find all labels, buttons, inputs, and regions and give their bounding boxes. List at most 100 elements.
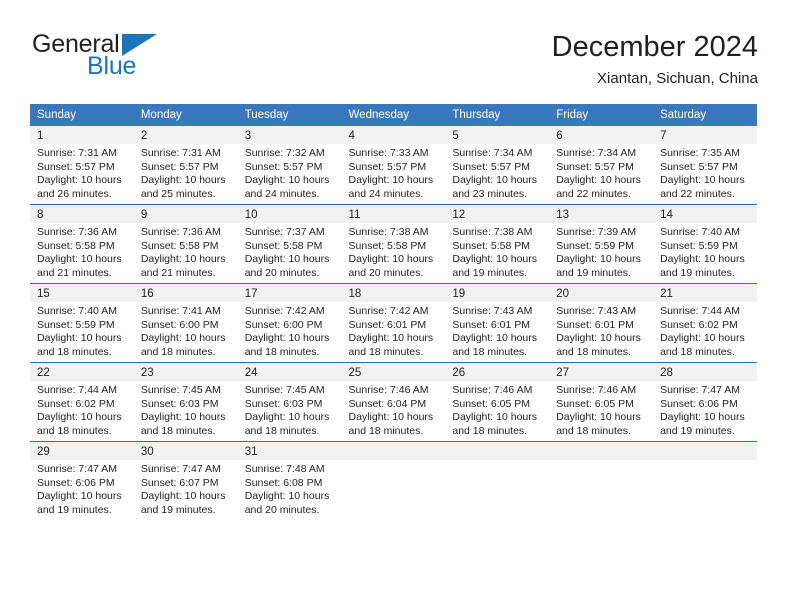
daylight-text-line1: Daylight: 10 hours <box>244 174 330 187</box>
day-cell-inner: 31 Sunrise: 7:48 AM Sunset: 6:08 PM Dayligh… <box>237 442 342 520</box>
calendar-day-cell[interactable]: 5 Sunrise: 7:34 AM Sunset: 5:57 PM Daylight… <box>445 126 550 205</box>
day-cell-inner: 21 Sunrise: 7:44 AM Sunset: 6:02 PM Dayligh… <box>653 284 757 362</box>
calendar-day-cell[interactable]: 28 Sunrise: 7:47 AM Sunset: 6:06 PM Dayligh… <box>653 362 757 442</box>
daylight-text-line2: and 19 minutes. <box>140 503 216 516</box>
day-number: 6 <box>556 130 563 142</box>
day-number-band: 28 <box>653 363 757 381</box>
general-blue-logo[interactable]: General Blue <box>30 32 210 88</box>
sunrise-text: Sunrise: 7:43 AM <box>452 305 533 317</box>
sunset-text: Sunset: 6:04 PM <box>348 397 427 410</box>
day-number-band: 16 <box>133 284 238 302</box>
sunrise-text: Sunrise: 7:47 AM <box>140 463 221 475</box>
daylight-text-line1: Daylight: 10 hours <box>37 253 122 266</box>
day-cell-inner <box>341 442 446 520</box>
day-number-band: 9 <box>133 205 238 223</box>
sunset-text: Sunset: 6:07 PM <box>140 476 219 489</box>
calendar-day-cell[interactable]: 3 Sunrise: 7:32 AM Sunset: 5:57 PM Daylight… <box>237 126 342 205</box>
calendar-cell-empty <box>445 441 550 520</box>
calendar-day-cell[interactable]: 30 Sunrise: 7:47 AM Sunset: 6:07 PM Dayligh… <box>133 441 238 520</box>
calendar-day-cell[interactable]: 16 Sunrise: 7:41 AM Sunset: 6:00 PM Dayligh… <box>133 283 238 363</box>
sunrise-text: Sunrise: 7:32 AM <box>244 147 325 159</box>
calendar-body: 1 Sunrise: 7:31 AM Sunset: 5:57 PM Daylight… <box>30 126 757 520</box>
sunset-text: Sunset: 5:57 PM <box>37 160 115 173</box>
calendar-day-cell[interactable]: 31 Sunrise: 7:48 AM Sunset: 6:08 PM Dayligh… <box>237 441 342 520</box>
calendar-day-cell[interactable]: 24 Sunrise: 7:45 AM Sunset: 6:03 PM Dayligh… <box>237 362 342 442</box>
day-number: 1 <box>37 130 44 142</box>
daylight-text-line1: Daylight: 10 hours <box>660 174 745 187</box>
daylight-text-line2: and 20 minutes. <box>348 266 424 279</box>
day-number-band: 23 <box>133 363 238 381</box>
daylight-text-line1: Daylight: 10 hours <box>244 490 330 503</box>
daylight-text-line2: and 18 minutes. <box>37 345 112 358</box>
sunrise-text: Sunrise: 7:40 AM <box>660 226 741 238</box>
sunrise-text: Sunrise: 7:34 AM <box>556 147 637 159</box>
calendar-day-cell[interactable]: 6 Sunrise: 7:34 AM Sunset: 5:57 PM Daylight… <box>549 126 654 205</box>
day-number-band: 21 <box>653 284 757 302</box>
calendar-day-cell[interactable]: 11 Sunrise: 7:38 AM Sunset: 5:58 PM Dayligh… <box>341 204 446 284</box>
calendar-day-cell[interactable]: 14 Sunrise: 7:40 AM Sunset: 5:59 PM Dayligh… <box>653 204 757 284</box>
calendar-day-cell[interactable]: 12 Sunrise: 7:38 AM Sunset: 5:58 PM Dayligh… <box>445 204 550 284</box>
calendar-day-cell[interactable]: 13 Sunrise: 7:39 AM Sunset: 5:59 PM Dayligh… <box>549 204 654 284</box>
day-details: Sunrise: 7:47 AM Sunset: 6:06 PM Daylight:… <box>30 460 134 517</box>
calendar-day-cell[interactable]: 17 Sunrise: 7:42 AM Sunset: 6:00 PM Dayligh… <box>237 283 342 363</box>
calendar-day-cell[interactable]: 23 Sunrise: 7:45 AM Sunset: 6:03 PM Dayligh… <box>133 362 238 442</box>
daylight-text-line2: and 20 minutes. <box>244 266 320 279</box>
calendar-day-cell[interactable]: 25 Sunrise: 7:46 AM Sunset: 6:04 PM Dayligh… <box>341 362 446 442</box>
calendar-day-cell[interactable]: 18 Sunrise: 7:42 AM Sunset: 6:01 PM Dayligh… <box>341 283 446 363</box>
daylight-text-line1: Daylight: 10 hours <box>452 332 538 345</box>
calendar-day-cell[interactable]: 29 Sunrise: 7:47 AM Sunset: 6:06 PM Dayligh… <box>30 441 134 520</box>
calendar-day-cell[interactable]: 4 Sunrise: 7:33 AM Sunset: 5:57 PM Daylight… <box>341 126 446 205</box>
sunrise-text: Sunrise: 7:44 AM <box>660 305 741 317</box>
calendar-day-cell[interactable]: 10 Sunrise: 7:37 AM Sunset: 5:58 PM Dayligh… <box>237 204 342 284</box>
day-number: 19 <box>452 288 466 300</box>
title-block: December 2024 Xiantan, Sichuan, China <box>552 30 758 88</box>
day-cell-inner: 8 Sunrise: 7:36 AM Sunset: 5:58 PM Daylight… <box>30 205 134 283</box>
calendar-day-cell[interactable]: 27 Sunrise: 7:46 AM Sunset: 6:05 PM Dayligh… <box>549 362 654 442</box>
sunrise-text: Sunrise: 7:40 AM <box>37 305 117 317</box>
daylight-text-line1: Daylight: 10 hours <box>452 253 538 266</box>
calendar-day-cell[interactable]: 19 Sunrise: 7:43 AM Sunset: 6:01 PM Dayligh… <box>445 283 550 363</box>
calendar-day-cell[interactable]: 7 Sunrise: 7:35 AM Sunset: 5:57 PM Daylight… <box>653 126 757 205</box>
calendar-day-cell[interactable]: 2 Sunrise: 7:31 AM Sunset: 5:57 PM Daylight… <box>133 126 238 205</box>
day-cell-inner: 6 Sunrise: 7:34 AM Sunset: 5:57 PM Daylight… <box>549 126 654 204</box>
day-number: 26 <box>452 367 466 379</box>
calendar-day-cell[interactable]: 22 Sunrise: 7:44 AM Sunset: 6:02 PM Dayligh… <box>30 362 134 442</box>
day-details: Sunrise: 7:31 AM Sunset: 5:57 PM Daylight:… <box>134 144 238 201</box>
day-number-band: 31 <box>237 442 342 460</box>
calendar-day-cell[interactable]: 1 Sunrise: 7:31 AM Sunset: 5:57 PM Daylight… <box>30 126 134 205</box>
daylight-text-line1: Daylight: 10 hours <box>348 411 434 424</box>
day-cell-inner: 27 Sunrise: 7:46 AM Sunset: 6:05 PM Dayligh… <box>549 363 654 441</box>
day-number-band: 3 <box>237 126 342 144</box>
sunrise-text: Sunrise: 7:31 AM <box>37 147 117 159</box>
day-details: Sunrise: 7:31 AM Sunset: 5:57 PM Daylight:… <box>30 144 134 201</box>
weekday-header-friday: Friday <box>549 104 654 126</box>
calendar-day-cell[interactable]: 20 Sunrise: 7:43 AM Sunset: 6:01 PM Dayligh… <box>549 283 654 363</box>
daylight-text-line2: and 18 minutes. <box>452 345 528 358</box>
daylight-text-line2: and 21 minutes. <box>140 266 216 279</box>
sunrise-text: Sunrise: 7:43 AM <box>556 305 637 317</box>
day-details: Sunrise: 7:48 AM Sunset: 6:08 PM Daylight:… <box>238 460 342 517</box>
calendar-day-cell[interactable]: 9 Sunrise: 7:36 AM Sunset: 5:58 PM Daylight… <box>133 204 238 284</box>
calendar-day-cell[interactable]: 8 Sunrise: 7:36 AM Sunset: 5:58 PM Daylight… <box>30 204 134 284</box>
daylight-text-line2: and 20 minutes. <box>244 503 320 516</box>
daylight-text-line1: Daylight: 10 hours <box>37 332 122 345</box>
calendar-day-cell[interactable]: 26 Sunrise: 7:46 AM Sunset: 6:05 PM Dayligh… <box>445 362 550 442</box>
calendar-day-cell[interactable]: 21 Sunrise: 7:44 AM Sunset: 6:02 PM Dayligh… <box>653 283 757 363</box>
day-details: Sunrise: 7:35 AM Sunset: 5:57 PM Daylight:… <box>653 144 757 201</box>
daylight-text-line1: Daylight: 10 hours <box>140 490 226 503</box>
day-number: 27 <box>556 367 570 379</box>
calendar-week-row: 1 Sunrise: 7:31 AM Sunset: 5:57 PM Daylight… <box>30 126 757 205</box>
sunset-text: Sunset: 5:59 PM <box>37 318 115 331</box>
calendar-day-cell[interactable]: 15 Sunrise: 7:40 AM Sunset: 5:59 PM Dayligh… <box>30 283 134 363</box>
day-number: 8 <box>37 209 44 221</box>
day-details: Sunrise: 7:45 AM Sunset: 6:03 PM Daylight:… <box>238 381 342 438</box>
sunset-text: Sunset: 5:57 PM <box>244 160 323 173</box>
daylight-text-line2: and 26 minutes. <box>37 187 112 200</box>
day-number: 18 <box>348 288 362 300</box>
daylight-text-line1: Daylight: 10 hours <box>37 490 122 503</box>
day-details: Sunrise: 7:44 AM Sunset: 6:02 PM Daylight:… <box>653 302 757 359</box>
sunset-text: Sunset: 6:05 PM <box>452 397 531 410</box>
sunrise-text: Sunrise: 7:41 AM <box>140 305 221 317</box>
day-number: 3 <box>244 130 252 142</box>
daylight-text-line2: and 18 minutes. <box>140 345 216 358</box>
